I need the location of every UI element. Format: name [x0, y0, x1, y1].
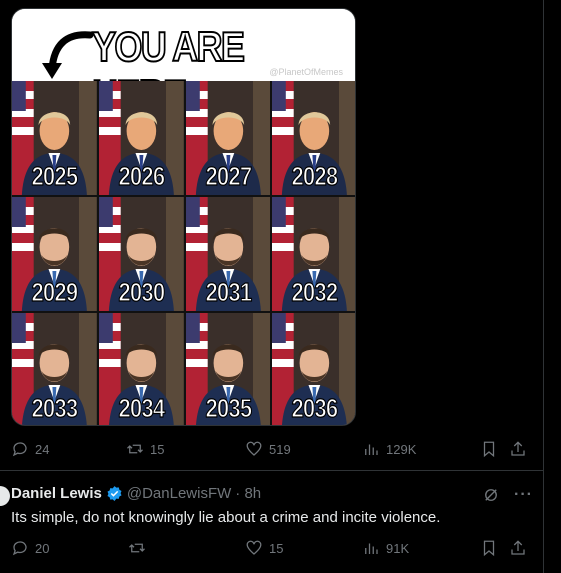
reply-author-handle[interactable]: @DanLewisFW: [127, 485, 231, 502]
portrait-cell-2028: 2028: [272, 81, 355, 195]
reply-button[interactable]: 24: [11, 440, 49, 458]
repost-icon: [129, 543, 145, 553]
year-label: 2031: [204, 276, 252, 307]
reply-text: Its simple, do not knowingly lie about a…: [11, 509, 441, 526]
year-label: 2028: [291, 160, 339, 191]
share-button[interactable]: [509, 440, 527, 458]
view-count: 129K: [386, 441, 417, 457]
portrait-cell-2031: 2031: [185, 197, 271, 311]
reply-action-bar: 20 15 91K: [11, 539, 531, 559]
year-label: 2025: [31, 160, 79, 191]
portrait-cell-2035: 2035: [185, 313, 271, 425]
year-label: 2033: [31, 392, 79, 423]
portrait-cell-2029: 2029: [12, 197, 97, 311]
bookmark-icon: [483, 540, 495, 557]
views-button[interactable]: 129K: [362, 440, 416, 458]
portrait-cell-2034: 2034: [98, 313, 184, 425]
column-border-right: [543, 0, 544, 573]
portrait-cell-2033: 2033: [12, 313, 97, 425]
reply-view-count: 91K: [386, 540, 410, 556]
repost-button[interactable]: 15: [126, 440, 164, 458]
portrait-cell-2025: 2025: [12, 81, 97, 195]
reply-views-button[interactable]: 91K: [362, 539, 409, 557]
portrait-cell-2027: 2027: [185, 81, 271, 195]
post-action-bar: 24 15 519 129K: [11, 440, 531, 460]
meme-header: YOU ARE HERE. @PlanetOfMemes: [12, 9, 355, 119]
year-label: 2026: [118, 160, 166, 191]
portrait-cell-2036: 2036: [272, 313, 355, 425]
meme-credit: @PlanetOfMemes: [269, 67, 343, 77]
bookmark-icon: [483, 441, 495, 458]
like-count: 519: [269, 441, 291, 457]
portrait-cell-2030: 2030: [98, 197, 184, 311]
curved-arrow-icon: [42, 31, 94, 79]
analytics-icon: [365, 543, 378, 554]
heart-icon: [246, 540, 262, 555]
year-label: 2032: [291, 276, 339, 307]
repost-count: 15: [150, 441, 165, 457]
reply-count: 24: [35, 441, 50, 457]
reply-repost-button[interactable]: [128, 539, 152, 557]
year-label: 2035: [204, 392, 252, 423]
share-icon: [511, 441, 525, 456]
year-label: 2027: [204, 160, 252, 191]
reply-share-button[interactable]: [509, 539, 527, 557]
reply-bookmark-button[interactable]: [480, 539, 498, 557]
reply-reply-count: 20: [35, 540, 50, 556]
year-label: 2036: [291, 392, 339, 423]
year-grid: 2025 2026 2027 2028 2029 2030 2031 2032 2033 2034…: [12, 81, 355, 425]
year-label: 2030: [118, 276, 166, 307]
post-image[interactable]: YOU ARE HERE. @PlanetOfMemes 20252026202…: [11, 8, 356, 426]
like-button[interactable]: 519: [245, 440, 291, 458]
verified-badge-icon: [107, 486, 122, 501]
divider: [0, 470, 543, 471]
portrait-cell-2032: 2032: [272, 197, 355, 311]
more-options-button[interactable]: ···: [514, 486, 533, 504]
reply-icon: [12, 541, 27, 556]
reply-header-icons: ···: [482, 486, 533, 504]
grok-icon[interactable]: [482, 486, 500, 504]
repost-icon: [127, 444, 143, 454]
heart-icon: [246, 441, 262, 456]
reply-header: Daniel Lewis @DanLewisFW · 8h: [11, 485, 261, 502]
reply-avatar[interactable]: [0, 486, 10, 506]
reply-author-name[interactable]: Daniel Lewis: [11, 485, 102, 502]
analytics-icon: [365, 444, 378, 455]
share-icon: [511, 540, 525, 555]
bookmark-button[interactable]: [480, 440, 498, 458]
reply-reply-button[interactable]: 20: [11, 539, 49, 557]
portrait-cell-2026: 2026: [98, 81, 184, 195]
year-label: 2034: [118, 392, 166, 423]
year-label: 2029: [31, 276, 79, 307]
reply-timestamp[interactable]: · 8h: [235, 485, 261, 502]
reply-like-count: 15: [269, 540, 284, 556]
reply-icon: [12, 442, 27, 457]
reply-like-button[interactable]: 15: [245, 539, 283, 557]
